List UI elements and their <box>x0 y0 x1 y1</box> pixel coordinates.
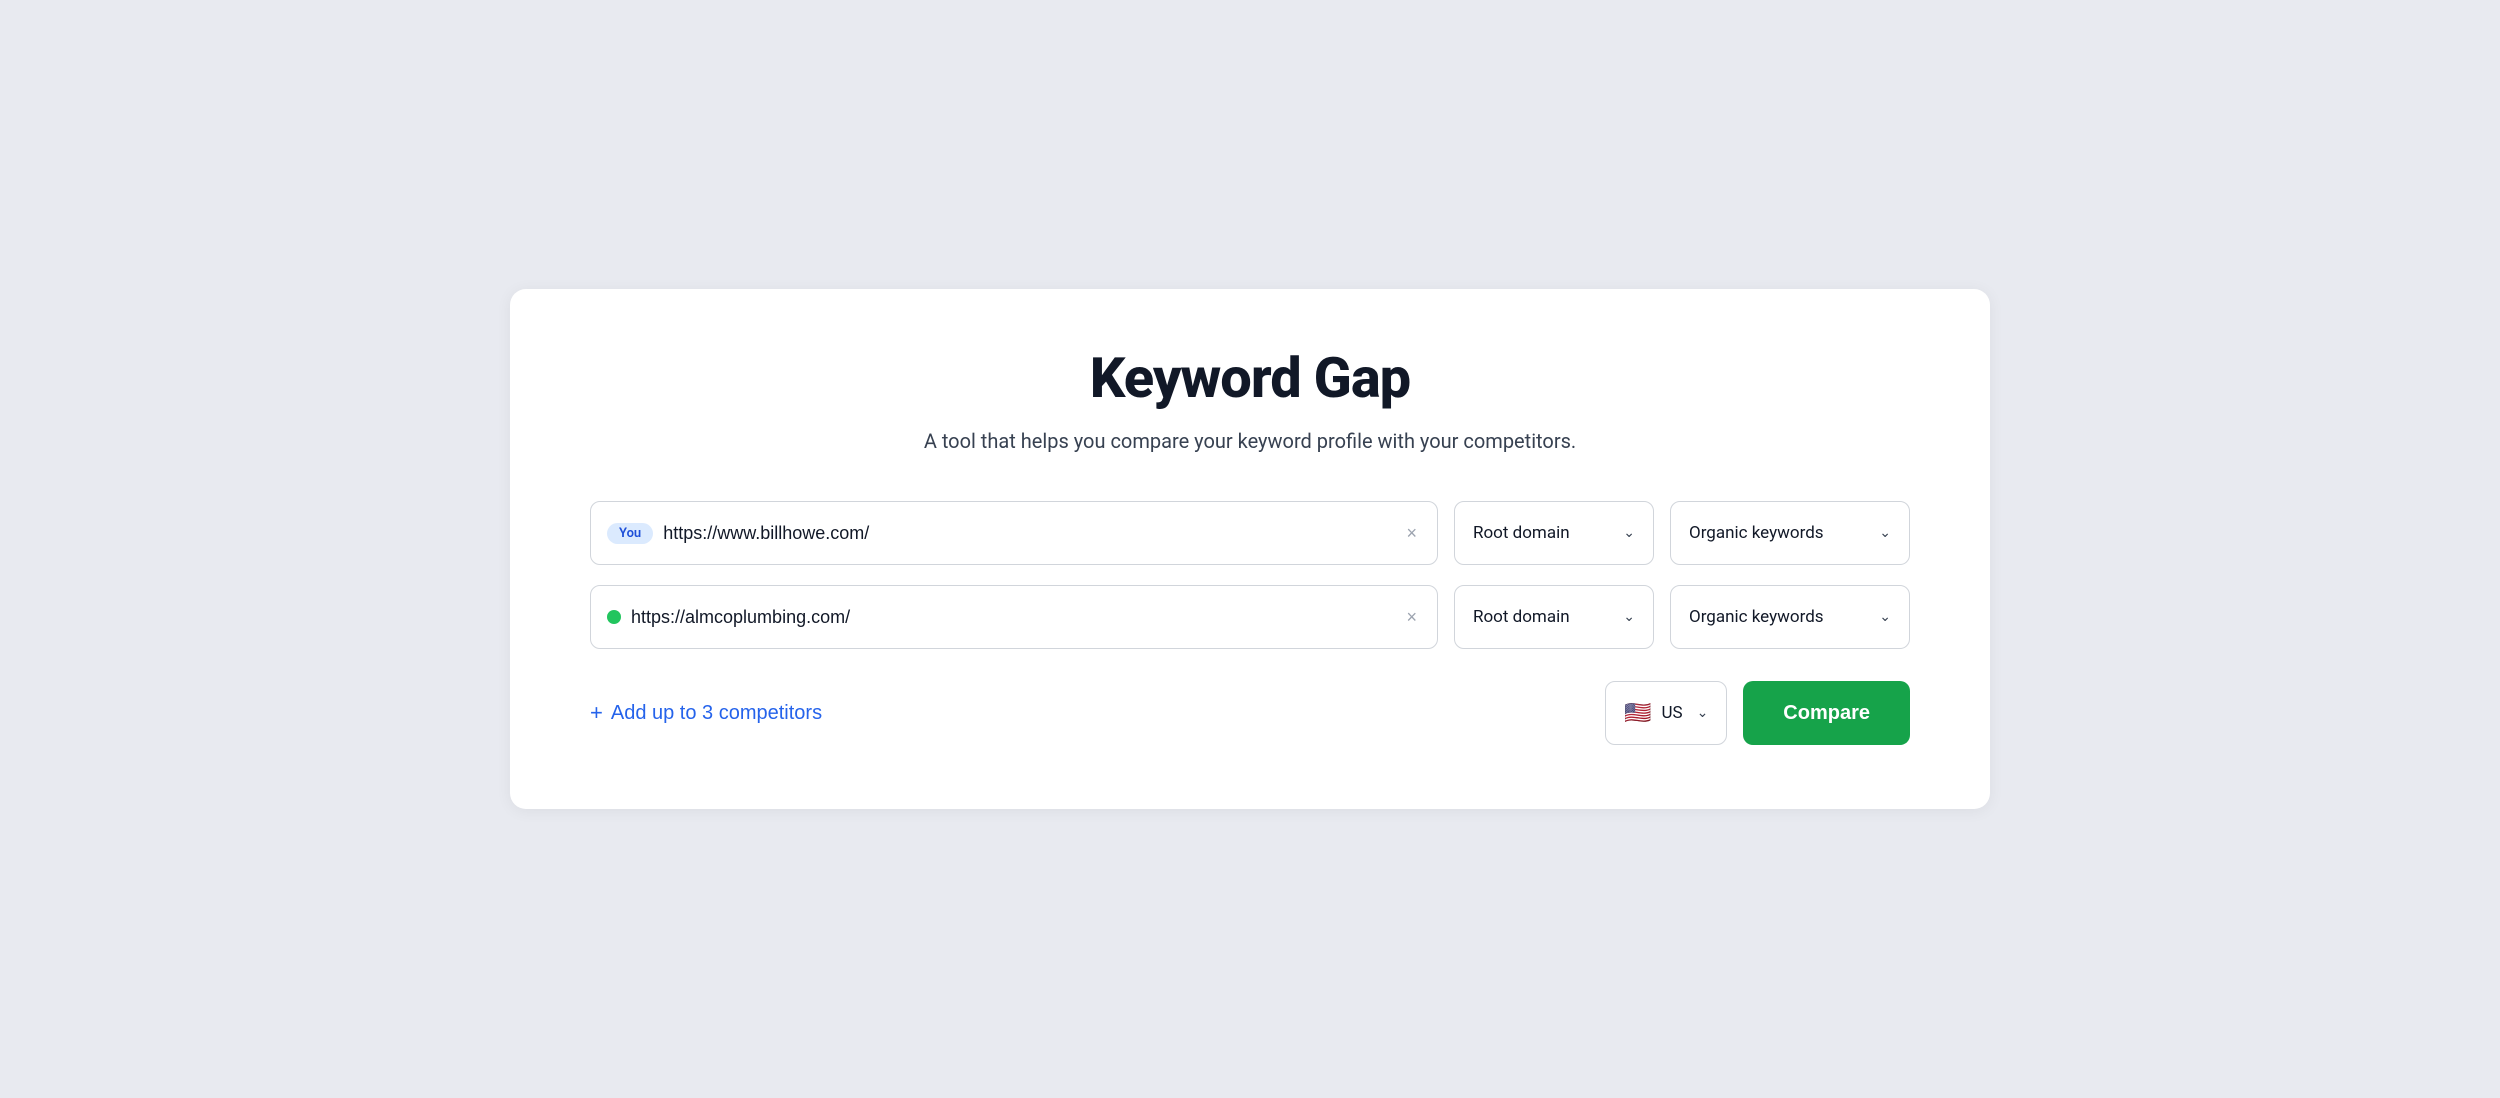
clear-button-you[interactable]: × <box>1402 519 1421 548</box>
country-dropdown[interactable]: 🇺🇸 US ⌄ <box>1605 681 1727 745</box>
plus-icon: + <box>590 700 603 726</box>
chevron-down-icon: ⌄ <box>1623 609 1635 625</box>
chevron-down-icon: ⌄ <box>1879 609 1891 625</box>
bottom-right: 🇺🇸 US ⌄ Compare <box>1605 681 1910 745</box>
keywords-dropdown-label-competitor-1: Organic keywords <box>1689 607 1824 627</box>
keyword-gap-card: Keyword Gap A tool that helps you compar… <box>510 289 1990 809</box>
page-subtitle: A tool that helps you compare your keywo… <box>590 429 1910 453</box>
country-label: US <box>1661 703 1682 723</box>
keywords-dropdown-competitor-1[interactable]: Organic keywords ⌄ <box>1670 585 1910 649</box>
us-flag-icon: 🇺🇸 <box>1624 701 1651 726</box>
bottom-row: + Add up to 3 competitors 🇺🇸 US ⌄ Compar… <box>590 681 1910 745</box>
chevron-down-icon: ⌄ <box>1623 525 1635 541</box>
green-dot-icon <box>607 610 621 624</box>
domain-dropdown-competitor-1[interactable]: Root domain ⌄ <box>1454 585 1654 649</box>
domain-dropdown-you[interactable]: Root domain ⌄ <box>1454 501 1654 565</box>
domain-dropdown-label-you: Root domain <box>1473 523 1570 543</box>
keywords-dropdown-label-you: Organic keywords <box>1689 523 1824 543</box>
you-badge: You <box>607 523 653 544</box>
row-you: You × Root domain ⌄ Organic keywords ⌄ <box>590 501 1910 565</box>
chevron-down-icon: ⌄ <box>1697 705 1709 721</box>
clear-button-competitor-1[interactable]: × <box>1402 603 1421 632</box>
url-input-wrapper-competitor-1[interactable]: × <box>590 585 1438 649</box>
url-input-you[interactable] <box>663 523 1392 544</box>
add-competitors-button[interactable]: + Add up to 3 competitors <box>590 700 822 726</box>
add-competitors-label: Add up to 3 competitors <box>611 702 822 725</box>
url-input-competitor-1[interactable] <box>631 607 1392 628</box>
page-title: Keyword Gap <box>590 345 1910 411</box>
url-input-wrapper-you[interactable]: You × <box>590 501 1438 565</box>
compare-button[interactable]: Compare <box>1743 681 1910 745</box>
row-competitor-1: × Root domain ⌄ Organic keywords ⌄ <box>590 585 1910 649</box>
keywords-dropdown-you[interactable]: Organic keywords ⌄ <box>1670 501 1910 565</box>
domain-dropdown-label-competitor-1: Root domain <box>1473 607 1570 627</box>
chevron-down-icon: ⌄ <box>1879 525 1891 541</box>
